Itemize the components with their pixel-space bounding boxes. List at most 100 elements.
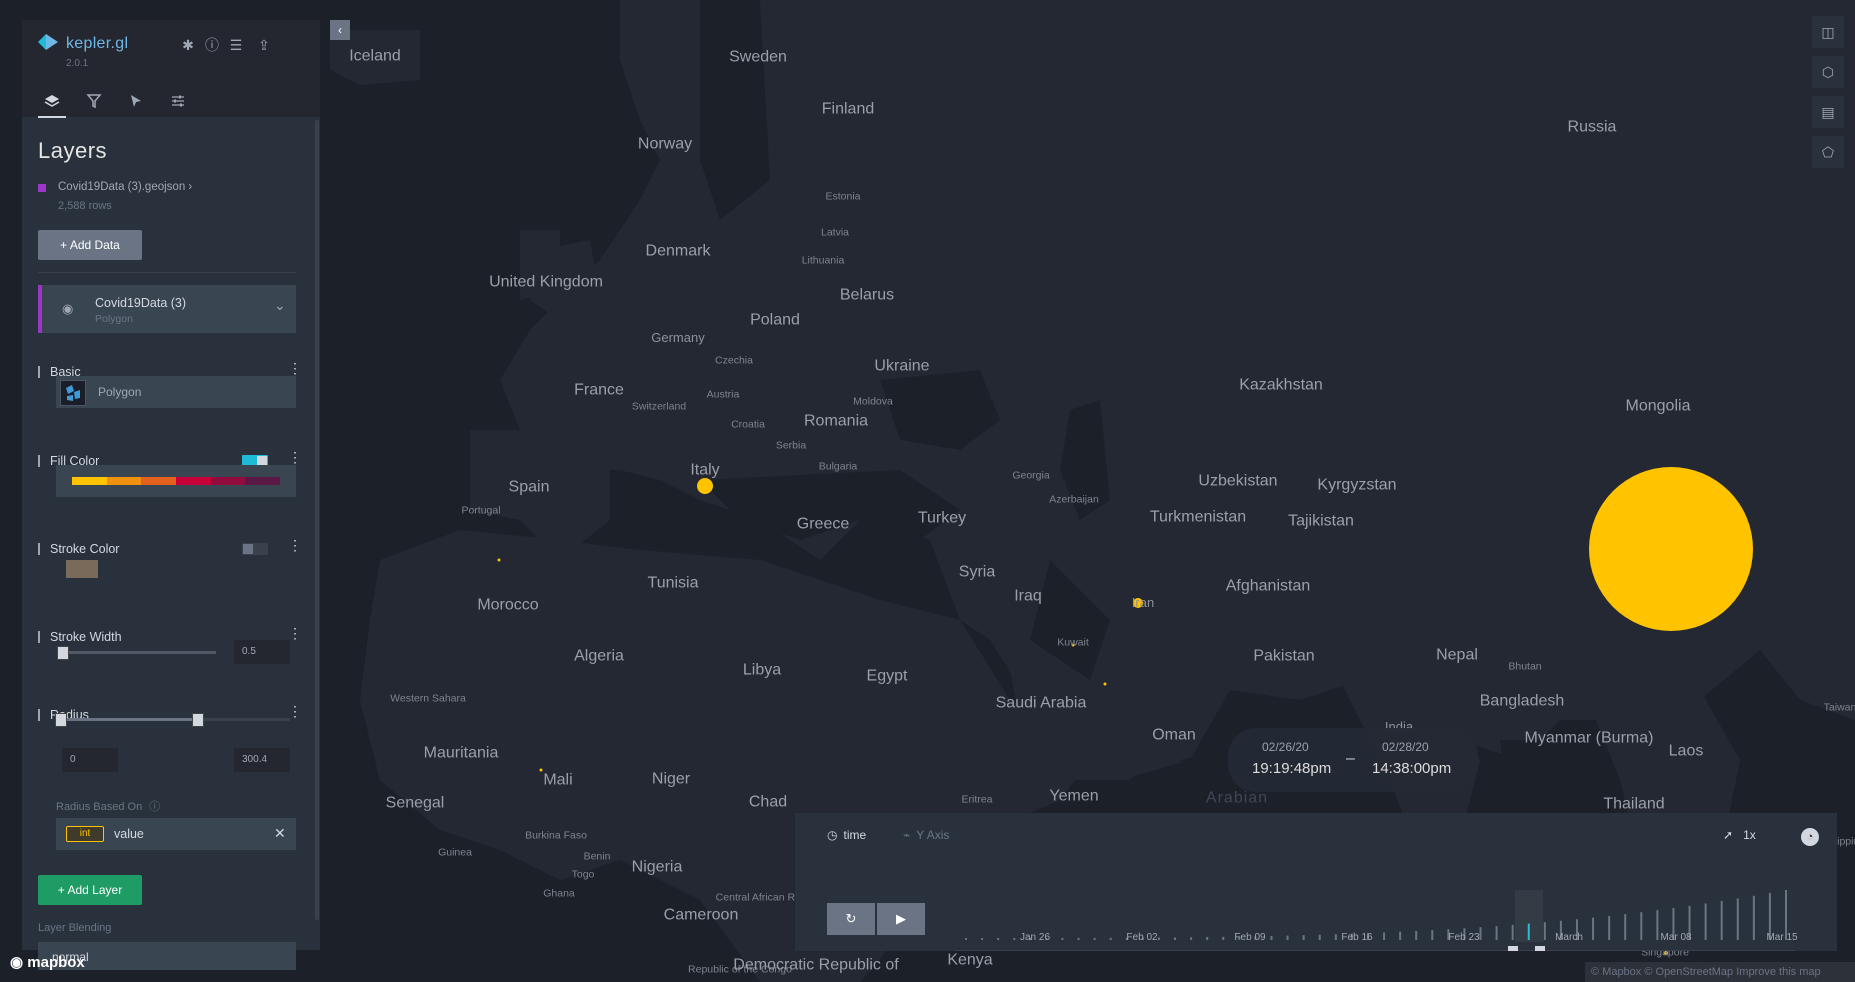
stroke-width-input[interactable]: 0.5 (234, 640, 290, 664)
map-label: Oman (1152, 726, 1196, 744)
more-vertical-icon[interactable]: ⋮ (288, 538, 302, 552)
3d-map-icon[interactable]: ⬡ (1812, 56, 1844, 88)
map-label: Kazakhstan (1239, 376, 1323, 394)
info-icon[interactable]: ⓘ (149, 801, 160, 813)
histogram-bar (1383, 932, 1386, 940)
stroke-width-slider-handle[interactable] (57, 646, 69, 660)
add-data-button[interactable]: + Add Data (38, 230, 142, 260)
field-type-badge: int (66, 826, 104, 842)
map-label: Myanmar (Burma) (1524, 729, 1654, 747)
map-label: Senegal (385, 794, 445, 812)
fill-color-palette[interactable] (56, 465, 296, 497)
histogram-bar (1495, 926, 1498, 940)
chevron-down-icon[interactable]: ⌄ (274, 297, 286, 314)
layer-type-selector[interactable]: Polygon (56, 376, 296, 408)
map-label: Czechia (715, 354, 753, 367)
tab-layers[interactable] (38, 88, 66, 118)
dataset-name[interactable]: Covid19Data (3).geojson › (58, 181, 192, 193)
map-label: Syria (958, 563, 996, 581)
section-stroke-width-label: Stroke Width (38, 631, 122, 643)
stroke-color-toggle[interactable] (242, 543, 268, 555)
tab-filters[interactable] (80, 88, 108, 116)
histogram-bar (1640, 912, 1643, 940)
stroke-color-swatch[interactable] (66, 560, 98, 578)
histogram-bar (1656, 910, 1659, 940)
time-playback-panel: ◷ time ⌁ Y Axis ➚ 1x ◔ ↻ ▶ Jan 26 Feb 02 Feb … (795, 813, 1837, 951)
histogram-bar (1077, 937, 1080, 940)
histogram-bar (1720, 901, 1723, 940)
tab-interactions[interactable] (122, 88, 150, 116)
map-label: Guinea (438, 846, 472, 859)
timeline-tick-label: Feb 09 (1234, 932, 1266, 943)
time-histogram[interactable] (795, 813, 1837, 951)
more-vertical-icon[interactable]: ⋮ (288, 450, 302, 464)
map-label: Germany (651, 330, 705, 346)
map-label: Arabian (1205, 789, 1269, 807)
histogram-bar (1013, 937, 1016, 940)
app-version: 2.0.1 (66, 58, 89, 69)
histogram-bar (981, 937, 984, 940)
map-label: Bulgaria (818, 460, 858, 473)
start-date: 02/26/20 (1262, 740, 1309, 754)
bug-icon[interactable]: ✱ (178, 35, 198, 55)
layers-icon (44, 95, 60, 107)
stroke-width-slider-track[interactable] (58, 651, 216, 654)
histogram-bar (1592, 917, 1595, 940)
map-label: Kuwait (1057, 636, 1089, 649)
map-label: Norway (637, 135, 693, 153)
radius-slider-min-handle[interactable] (55, 713, 67, 727)
timeline-track (955, 950, 1795, 951)
layer-name[interactable]: Covid19Data (3) (95, 296, 186, 310)
histogram-bar (1157, 937, 1160, 940)
end-time: 14:38:00pm (1372, 760, 1452, 777)
mapbox-text: mapbox (27, 954, 85, 971)
eye-icon[interactable]: ◉ (62, 301, 73, 317)
close-icon[interactable]: ✕ (274, 825, 286, 842)
histogram-bar (1752, 895, 1755, 940)
timeline-tick-label: Feb 23 (1448, 932, 1480, 943)
more-vertical-icon[interactable]: ⋮ (288, 361, 302, 375)
histogram-bar (1286, 935, 1289, 940)
radius-slider-max-handle[interactable] (192, 713, 204, 727)
map-label: Bangladesh (1479, 692, 1565, 710)
histogram-bar (1061, 937, 1064, 940)
map-label: Lithuania (801, 254, 845, 267)
layer-card[interactable]: ◉ Covid19Data (3) Polygon ⌄ (38, 285, 296, 333)
map-label: Russia (1567, 118, 1617, 136)
layer-type-value: Polygon (98, 385, 142, 399)
map-label: Portugal (461, 504, 501, 517)
map-label: United Kingdom (489, 273, 603, 291)
panel-header: kepler.gl 2.0.1 ✱ ⓘ ☰ ⇪ (22, 20, 320, 118)
legend-icon[interactable]: ▤ (1812, 96, 1844, 128)
map-label: Greece (796, 515, 850, 533)
timeline-handle (1508, 946, 1518, 951)
info-icon[interactable]: ⓘ (202, 35, 222, 55)
collapse-panel-button[interactable]: ‹ (330, 20, 350, 40)
map-label: Uzbekistan (1198, 472, 1278, 490)
radius-field-selector[interactable]: int value ✕ (56, 818, 296, 850)
filter-icon (86, 94, 102, 109)
polygon-icon (60, 380, 86, 406)
share-icon[interactable]: ⇪ (254, 35, 274, 55)
app-name: kepler.gl (66, 35, 129, 52)
more-vertical-icon[interactable]: ⋮ (288, 704, 302, 718)
map-label: Romania (803, 412, 869, 430)
tab-map-style[interactable] (164, 88, 192, 116)
radius-min-input[interactable]: 0 (62, 748, 118, 772)
map-attribution[interactable]: © Mapbox © OpenStreetMap Improve this ma… (1585, 962, 1855, 982)
add-layer-button[interactable]: + Add Layer (38, 875, 142, 905)
map-label: Nigeria (631, 858, 683, 876)
map-label: Turkey (917, 509, 967, 527)
timeline-tick-label: Mar 15 (1766, 932, 1798, 943)
split-map-icon[interactable]: ◫ (1812, 16, 1844, 48)
panel-scrollbar[interactable] (315, 120, 319, 920)
draw-polygon-icon[interactable]: ⬠ (1812, 136, 1844, 168)
palette-swatch (176, 477, 211, 485)
map-label: Ghana (543, 887, 575, 900)
more-vertical-icon[interactable]: ⋮ (288, 626, 302, 640)
radius-max-input[interactable]: 300.4 (234, 748, 290, 772)
map-label: Italy (690, 461, 720, 479)
database-icon[interactable]: ☰ (226, 35, 246, 55)
timeline-handle (1535, 946, 1545, 951)
map-label: Iran (1131, 595, 1155, 611)
